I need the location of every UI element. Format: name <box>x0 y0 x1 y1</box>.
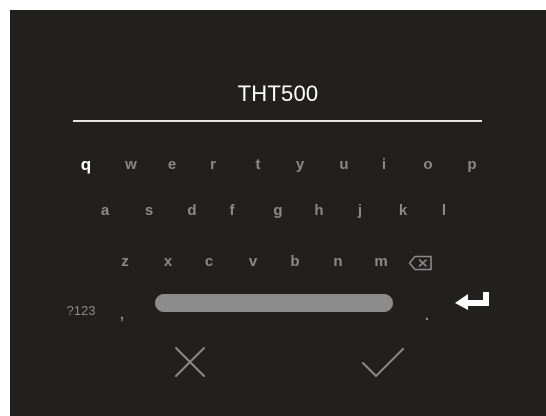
close-icon[interactable] <box>174 346 206 378</box>
key-h[interactable]: h <box>304 199 334 223</box>
spacebar[interactable] <box>155 294 393 312</box>
text-input-value[interactable]: THT500 <box>10 81 546 107</box>
key-i[interactable]: i <box>369 153 399 177</box>
key-z[interactable]: z <box>110 250 140 274</box>
key-m[interactable]: m <box>366 250 396 274</box>
key-c[interactable]: c <box>194 250 224 274</box>
key-d[interactable]: d <box>177 199 207 223</box>
key-v[interactable]: v <box>238 250 268 274</box>
key-f[interactable]: f <box>217 199 247 223</box>
backspace-icon[interactable] <box>408 255 433 271</box>
key-k[interactable]: k <box>388 199 418 223</box>
period-key[interactable]: . <box>412 304 442 328</box>
comma-key[interactable]: , <box>107 303 137 327</box>
key-p[interactable]: p <box>457 153 487 177</box>
key-s[interactable]: s <box>134 199 164 223</box>
key-n[interactable]: n <box>323 250 353 274</box>
key-j[interactable]: j <box>345 199 375 223</box>
keyboard-screen: THT500 q w e r t y u i o p a s d f g h j… <box>10 10 546 416</box>
symbols-key[interactable]: ?123 <box>59 299 103 323</box>
input-underline <box>73 120 482 122</box>
key-r[interactable]: r <box>198 153 228 177</box>
key-g[interactable]: g <box>263 199 293 223</box>
enter-icon[interactable] <box>455 292 491 310</box>
key-t[interactable]: t <box>243 153 273 177</box>
key-q[interactable]: q <box>71 153 101 177</box>
key-u[interactable]: u <box>329 153 359 177</box>
key-e[interactable]: e <box>157 153 187 177</box>
key-a[interactable]: a <box>90 199 120 223</box>
key-y[interactable]: y <box>285 153 315 177</box>
key-l[interactable]: l <box>429 199 459 223</box>
key-b[interactable]: b <box>280 250 310 274</box>
key-w[interactable]: w <box>116 153 146 177</box>
key-x[interactable]: x <box>153 250 183 274</box>
key-o[interactable]: o <box>413 153 443 177</box>
checkmark-icon[interactable] <box>361 347 405 379</box>
